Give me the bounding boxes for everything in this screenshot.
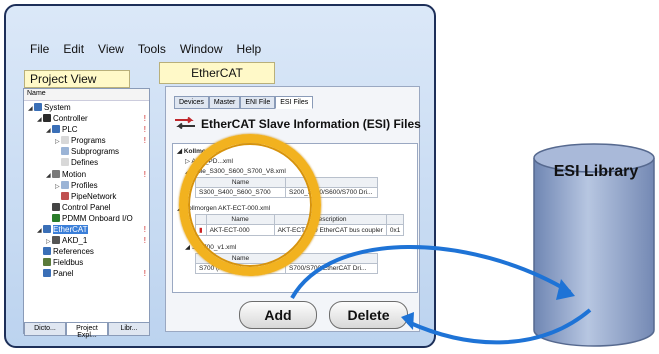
menu-bar: File Edit View Tools Window Help — [30, 42, 261, 56]
add-button[interactable]: Add — [239, 301, 317, 329]
tree-item-fieldbus[interactable]: Fieldbus — [24, 257, 149, 268]
tree-item-label: Programs — [71, 136, 106, 146]
tree-item-control-panel[interactable]: Control Panel — [24, 202, 149, 213]
tree-item-label: Panel — [53, 269, 74, 279]
tab-dictionary[interactable]: Dicto... — [24, 322, 66, 336]
tree-node-icon — [52, 169, 60, 178]
tab-library[interactable]: Libr... — [108, 322, 150, 336]
tree-item-system[interactable]: ◢ System — [24, 102, 149, 113]
tree-item-label: Controller — [53, 114, 88, 124]
tree-item-label: PipeNetwork — [71, 191, 117, 201]
tree-node-icon — [61, 191, 69, 200]
tree-item-label: Fieldbus — [53, 258, 84, 268]
tree-item-akd-1[interactable]: ▷ AKD_1! — [24, 235, 149, 246]
tree-item-controller[interactable]: ◢ Controller! — [24, 113, 149, 124]
tree-node-icon — [43, 114, 51, 123]
warning-marker-icon: ! — [143, 236, 146, 246]
tree-node-icon — [61, 136, 69, 145]
tree-item-label: EtherCAT — [53, 225, 88, 235]
menu-help[interactable]: Help — [237, 42, 262, 56]
menu-view[interactable]: View — [98, 42, 124, 56]
tree-node-icon — [52, 202, 60, 211]
project-view-panel: Name ◢ System ◢ Controller! ◢ PLC! ▷ Programs! S… — [23, 88, 150, 334]
warning-marker-icon: ! — [143, 225, 146, 235]
tree-item-subprograms[interactable]: Subprograms — [24, 146, 149, 157]
project-view-title: Project View — [24, 70, 130, 88]
tree-node-icon — [61, 147, 69, 156]
tree-item-pipenetwork[interactable]: PipeNetwork — [24, 191, 149, 202]
tree-node-icon — [52, 236, 60, 245]
tree-item-motion[interactable]: ◢ Motion! — [24, 169, 149, 180]
tree-node-icon — [61, 180, 69, 189]
tree-item-references[interactable]: References — [24, 246, 149, 257]
tree-item-defines[interactable]: Defines — [24, 157, 149, 168]
tree-item-plc[interactable]: ◢ PLC! — [24, 124, 149, 135]
delete-button[interactable]: Delete — [329, 301, 408, 329]
tab-master[interactable]: Master — [208, 96, 241, 109]
warning-marker-icon: ! — [143, 169, 146, 179]
tree-node-icon — [43, 269, 51, 278]
ethercat-tabs: Devices Master ENI File ESI Files — [174, 96, 314, 109]
warning-marker-icon: ! — [143, 136, 146, 146]
tree-item-label: PLC — [62, 125, 78, 135]
project-tree: ◢ System ◢ Controller! ◢ PLC! ▷ Programs! Subpro… — [24, 101, 149, 280]
tree-item-label: PDMM Onboard I/O — [62, 213, 133, 223]
tree-item-label: Motion — [62, 169, 87, 179]
tree-item-profiles[interactable]: ▷ Profiles — [24, 180, 149, 191]
tree-node-icon — [43, 225, 51, 234]
tree-item-panel[interactable]: Panel! — [24, 268, 149, 279]
warning-marker-icon: ! — [143, 114, 146, 124]
menu-file[interactable]: File — [30, 42, 49, 56]
tree-node-icon — [61, 158, 69, 167]
esi-heading-text: EtherCAT Slave Information (ESI) Files — [201, 117, 421, 131]
transfer-arrows-icon — [174, 116, 196, 132]
highlight-ring — [179, 134, 321, 276]
project-view-tabs: Dicto... Project Expl... Libr... — [24, 322, 150, 339]
tab-esi-files[interactable]: ESI Files — [275, 96, 314, 109]
tree-item-pdmm-onboard-i-o[interactable]: PDMM Onboard I/O — [24, 213, 149, 224]
tree-item-label: References — [53, 247, 94, 257]
menu-tools[interactable]: Tools — [138, 42, 166, 56]
warning-marker-icon: ! — [143, 269, 146, 279]
tree-item-programs[interactable]: ▷ Programs! — [24, 135, 149, 146]
tree-node-icon — [43, 247, 51, 256]
menu-window[interactable]: Window — [180, 42, 223, 56]
tree-node-icon — [34, 103, 42, 111]
tree-node-icon — [43, 258, 51, 267]
tree-column-header[interactable]: Name — [24, 89, 149, 101]
tab-eni-file[interactable]: ENI File — [240, 96, 276, 109]
tree-node-icon — [52, 125, 60, 134]
tree-item-label: Profiles — [71, 180, 98, 190]
tab-project-explorer[interactable]: Project Expl... — [66, 322, 108, 339]
tree-item-label: Control Panel — [62, 202, 111, 212]
tree-item-label: System — [44, 103, 71, 112]
tab-devices[interactable]: Devices — [174, 96, 209, 109]
menu-edit[interactable]: Edit — [63, 42, 84, 56]
ethercat-title: EtherCAT — [159, 62, 275, 84]
tree-item-label: Subprograms — [71, 147, 120, 157]
tree-item-label: Defines — [71, 158, 99, 168]
esi-heading: EtherCAT Slave Information (ESI) Files — [174, 116, 421, 132]
esi-library-label: ESI Library — [553, 163, 639, 180]
tree-item-ethercat[interactable]: ◢ EtherCAT! — [24, 224, 149, 235]
tree-node-icon — [52, 213, 60, 222]
warning-marker-icon: ! — [143, 125, 146, 135]
tree-item-label: AKD_1 — [62, 236, 88, 246]
